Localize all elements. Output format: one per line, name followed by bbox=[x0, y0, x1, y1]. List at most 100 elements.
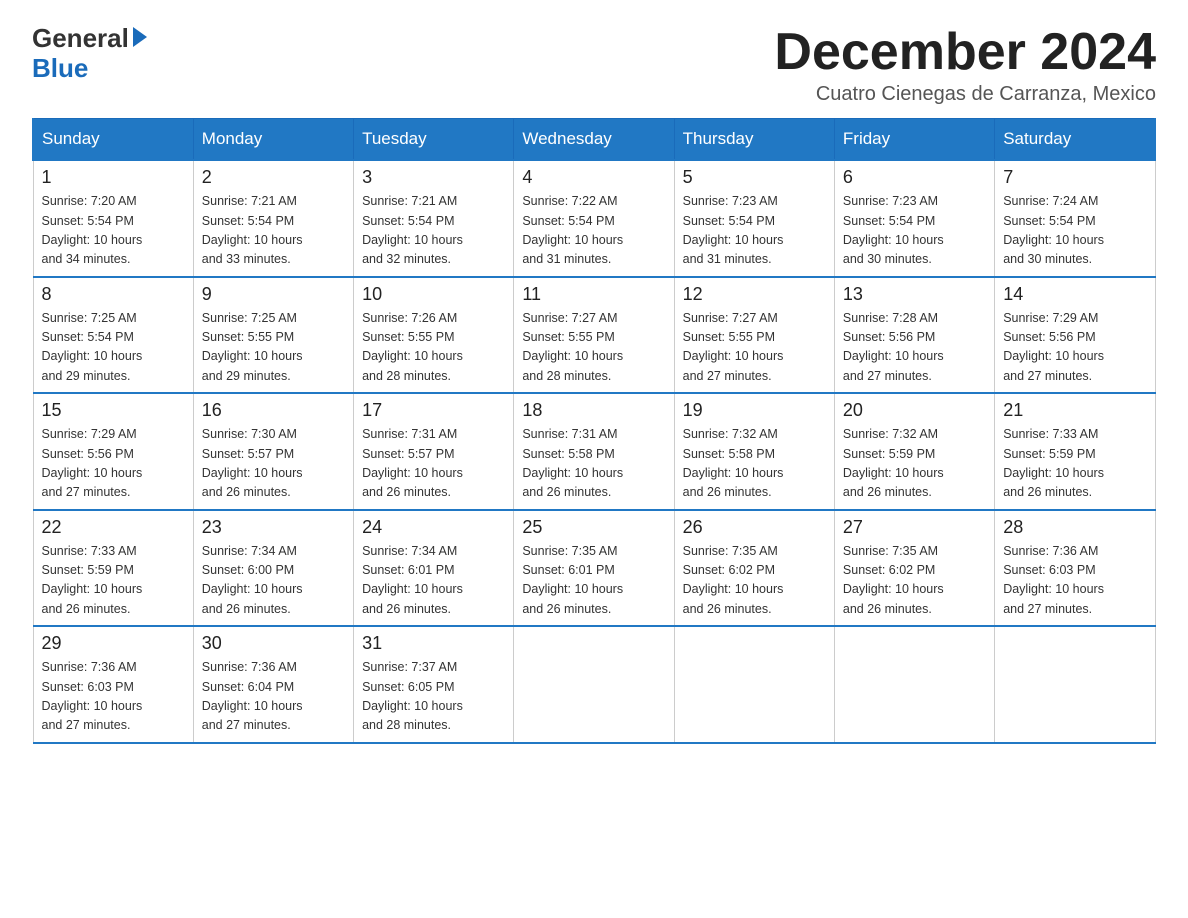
col-wednesday: Wednesday bbox=[514, 119, 674, 161]
title-block: December 2024 Cuatro Cienegas de Carranz… bbox=[774, 24, 1156, 106]
day-info: Sunrise: 7:21 AM Sunset: 5:54 PM Dayligh… bbox=[362, 192, 505, 270]
table-row: 27 Sunrise: 7:35 AM Sunset: 6:02 PM Dayl… bbox=[834, 510, 994, 627]
day-number: 30 bbox=[202, 633, 345, 654]
day-number: 26 bbox=[683, 517, 826, 538]
table-row: 8 Sunrise: 7:25 AM Sunset: 5:54 PM Dayli… bbox=[33, 277, 193, 394]
day-number: 20 bbox=[843, 400, 986, 421]
table-row: 2 Sunrise: 7:21 AM Sunset: 5:54 PM Dayli… bbox=[193, 160, 353, 277]
day-info: Sunrise: 7:28 AM Sunset: 5:56 PM Dayligh… bbox=[843, 309, 986, 387]
day-info: Sunrise: 7:33 AM Sunset: 5:59 PM Dayligh… bbox=[42, 542, 185, 620]
day-number: 19 bbox=[683, 400, 826, 421]
day-number: 23 bbox=[202, 517, 345, 538]
day-number: 8 bbox=[42, 284, 185, 305]
calendar-week-row: 1 Sunrise: 7:20 AM Sunset: 5:54 PM Dayli… bbox=[33, 160, 1155, 277]
day-number: 5 bbox=[683, 167, 826, 188]
day-number: 27 bbox=[843, 517, 986, 538]
day-number: 28 bbox=[1003, 517, 1146, 538]
page-header: General Blue December 2024 Cuatro Cieneg… bbox=[32, 24, 1156, 106]
day-info: Sunrise: 7:34 AM Sunset: 6:01 PM Dayligh… bbox=[362, 542, 505, 620]
table-row: 26 Sunrise: 7:35 AM Sunset: 6:02 PM Dayl… bbox=[674, 510, 834, 627]
calendar-header-row: Sunday Monday Tuesday Wednesday Thursday… bbox=[33, 119, 1155, 161]
table-row: 11 Sunrise: 7:27 AM Sunset: 5:55 PM Dayl… bbox=[514, 277, 674, 394]
day-info: Sunrise: 7:32 AM Sunset: 5:59 PM Dayligh… bbox=[843, 425, 986, 503]
day-number: 24 bbox=[362, 517, 505, 538]
table-row: 21 Sunrise: 7:33 AM Sunset: 5:59 PM Dayl… bbox=[995, 393, 1155, 510]
day-info: Sunrise: 7:35 AM Sunset: 6:02 PM Dayligh… bbox=[683, 542, 826, 620]
day-number: 6 bbox=[843, 167, 986, 188]
day-number: 12 bbox=[683, 284, 826, 305]
calendar-week-row: 15 Sunrise: 7:29 AM Sunset: 5:56 PM Dayl… bbox=[33, 393, 1155, 510]
day-info: Sunrise: 7:34 AM Sunset: 6:00 PM Dayligh… bbox=[202, 542, 345, 620]
day-number: 15 bbox=[42, 400, 185, 421]
day-number: 14 bbox=[1003, 284, 1146, 305]
table-row: 28 Sunrise: 7:36 AM Sunset: 6:03 PM Dayl… bbox=[995, 510, 1155, 627]
table-row: 17 Sunrise: 7:31 AM Sunset: 5:57 PM Dayl… bbox=[354, 393, 514, 510]
day-number: 13 bbox=[843, 284, 986, 305]
table-row bbox=[995, 626, 1155, 743]
day-info: Sunrise: 7:24 AM Sunset: 5:54 PM Dayligh… bbox=[1003, 192, 1146, 270]
month-title: December 2024 bbox=[774, 24, 1156, 81]
day-info: Sunrise: 7:27 AM Sunset: 5:55 PM Dayligh… bbox=[522, 309, 665, 387]
day-info: Sunrise: 7:26 AM Sunset: 5:55 PM Dayligh… bbox=[362, 309, 505, 387]
day-info: Sunrise: 7:23 AM Sunset: 5:54 PM Dayligh… bbox=[683, 192, 826, 270]
col-sunday: Sunday bbox=[33, 119, 193, 161]
table-row: 30 Sunrise: 7:36 AM Sunset: 6:04 PM Dayl… bbox=[193, 626, 353, 743]
calendar-week-row: 22 Sunrise: 7:33 AM Sunset: 5:59 PM Dayl… bbox=[33, 510, 1155, 627]
day-info: Sunrise: 7:31 AM Sunset: 5:58 PM Dayligh… bbox=[522, 425, 665, 503]
day-number: 31 bbox=[362, 633, 505, 654]
col-thursday: Thursday bbox=[674, 119, 834, 161]
table-row: 19 Sunrise: 7:32 AM Sunset: 5:58 PM Dayl… bbox=[674, 393, 834, 510]
logo: General Blue bbox=[32, 24, 147, 84]
col-friday: Friday bbox=[834, 119, 994, 161]
table-row: 1 Sunrise: 7:20 AM Sunset: 5:54 PM Dayli… bbox=[33, 160, 193, 277]
day-info: Sunrise: 7:32 AM Sunset: 5:58 PM Dayligh… bbox=[683, 425, 826, 503]
logo-triangle-icon bbox=[133, 27, 147, 47]
day-info: Sunrise: 7:31 AM Sunset: 5:57 PM Dayligh… bbox=[362, 425, 505, 503]
table-row bbox=[674, 626, 834, 743]
day-info: Sunrise: 7:23 AM Sunset: 5:54 PM Dayligh… bbox=[843, 192, 986, 270]
day-info: Sunrise: 7:25 AM Sunset: 5:54 PM Dayligh… bbox=[42, 309, 185, 387]
table-row: 23 Sunrise: 7:34 AM Sunset: 6:00 PM Dayl… bbox=[193, 510, 353, 627]
table-row: 3 Sunrise: 7:21 AM Sunset: 5:54 PM Dayli… bbox=[354, 160, 514, 277]
day-number: 29 bbox=[42, 633, 185, 654]
table-row: 31 Sunrise: 7:37 AM Sunset: 6:05 PM Dayl… bbox=[354, 626, 514, 743]
table-row: 24 Sunrise: 7:34 AM Sunset: 6:01 PM Dayl… bbox=[354, 510, 514, 627]
table-row: 18 Sunrise: 7:31 AM Sunset: 5:58 PM Dayl… bbox=[514, 393, 674, 510]
table-row: 14 Sunrise: 7:29 AM Sunset: 5:56 PM Dayl… bbox=[995, 277, 1155, 394]
day-number: 7 bbox=[1003, 167, 1146, 188]
table-row: 10 Sunrise: 7:26 AM Sunset: 5:55 PM Dayl… bbox=[354, 277, 514, 394]
table-row: 25 Sunrise: 7:35 AM Sunset: 6:01 PM Dayl… bbox=[514, 510, 674, 627]
table-row: 29 Sunrise: 7:36 AM Sunset: 6:03 PM Dayl… bbox=[33, 626, 193, 743]
table-row: 16 Sunrise: 7:30 AM Sunset: 5:57 PM Dayl… bbox=[193, 393, 353, 510]
table-row: 7 Sunrise: 7:24 AM Sunset: 5:54 PM Dayli… bbox=[995, 160, 1155, 277]
day-info: Sunrise: 7:36 AM Sunset: 6:04 PM Dayligh… bbox=[202, 658, 345, 736]
day-info: Sunrise: 7:36 AM Sunset: 6:03 PM Dayligh… bbox=[1003, 542, 1146, 620]
day-number: 21 bbox=[1003, 400, 1146, 421]
logo-blue-text: Blue bbox=[32, 53, 147, 84]
day-info: Sunrise: 7:35 AM Sunset: 6:02 PM Dayligh… bbox=[843, 542, 986, 620]
calendar-week-row: 29 Sunrise: 7:36 AM Sunset: 6:03 PM Dayl… bbox=[33, 626, 1155, 743]
day-number: 18 bbox=[522, 400, 665, 421]
day-number: 4 bbox=[522, 167, 665, 188]
day-number: 1 bbox=[42, 167, 185, 188]
col-saturday: Saturday bbox=[995, 119, 1155, 161]
day-number: 22 bbox=[42, 517, 185, 538]
table-row: 12 Sunrise: 7:27 AM Sunset: 5:55 PM Dayl… bbox=[674, 277, 834, 394]
table-row: 20 Sunrise: 7:32 AM Sunset: 5:59 PM Dayl… bbox=[834, 393, 994, 510]
day-number: 11 bbox=[522, 284, 665, 305]
table-row: 13 Sunrise: 7:28 AM Sunset: 5:56 PM Dayl… bbox=[834, 277, 994, 394]
day-number: 25 bbox=[522, 517, 665, 538]
table-row: 15 Sunrise: 7:29 AM Sunset: 5:56 PM Dayl… bbox=[33, 393, 193, 510]
day-info: Sunrise: 7:29 AM Sunset: 5:56 PM Dayligh… bbox=[1003, 309, 1146, 387]
day-info: Sunrise: 7:20 AM Sunset: 5:54 PM Dayligh… bbox=[42, 192, 185, 270]
day-info: Sunrise: 7:37 AM Sunset: 6:05 PM Dayligh… bbox=[362, 658, 505, 736]
day-number: 2 bbox=[202, 167, 345, 188]
col-tuesday: Tuesday bbox=[354, 119, 514, 161]
day-number: 10 bbox=[362, 284, 505, 305]
location-text: Cuatro Cienegas de Carranza, Mexico bbox=[774, 83, 1156, 106]
day-info: Sunrise: 7:30 AM Sunset: 5:57 PM Dayligh… bbox=[202, 425, 345, 503]
day-info: Sunrise: 7:25 AM Sunset: 5:55 PM Dayligh… bbox=[202, 309, 345, 387]
table-row: 5 Sunrise: 7:23 AM Sunset: 5:54 PM Dayli… bbox=[674, 160, 834, 277]
table-row: 22 Sunrise: 7:33 AM Sunset: 5:59 PM Dayl… bbox=[33, 510, 193, 627]
table-row: 9 Sunrise: 7:25 AM Sunset: 5:55 PM Dayli… bbox=[193, 277, 353, 394]
